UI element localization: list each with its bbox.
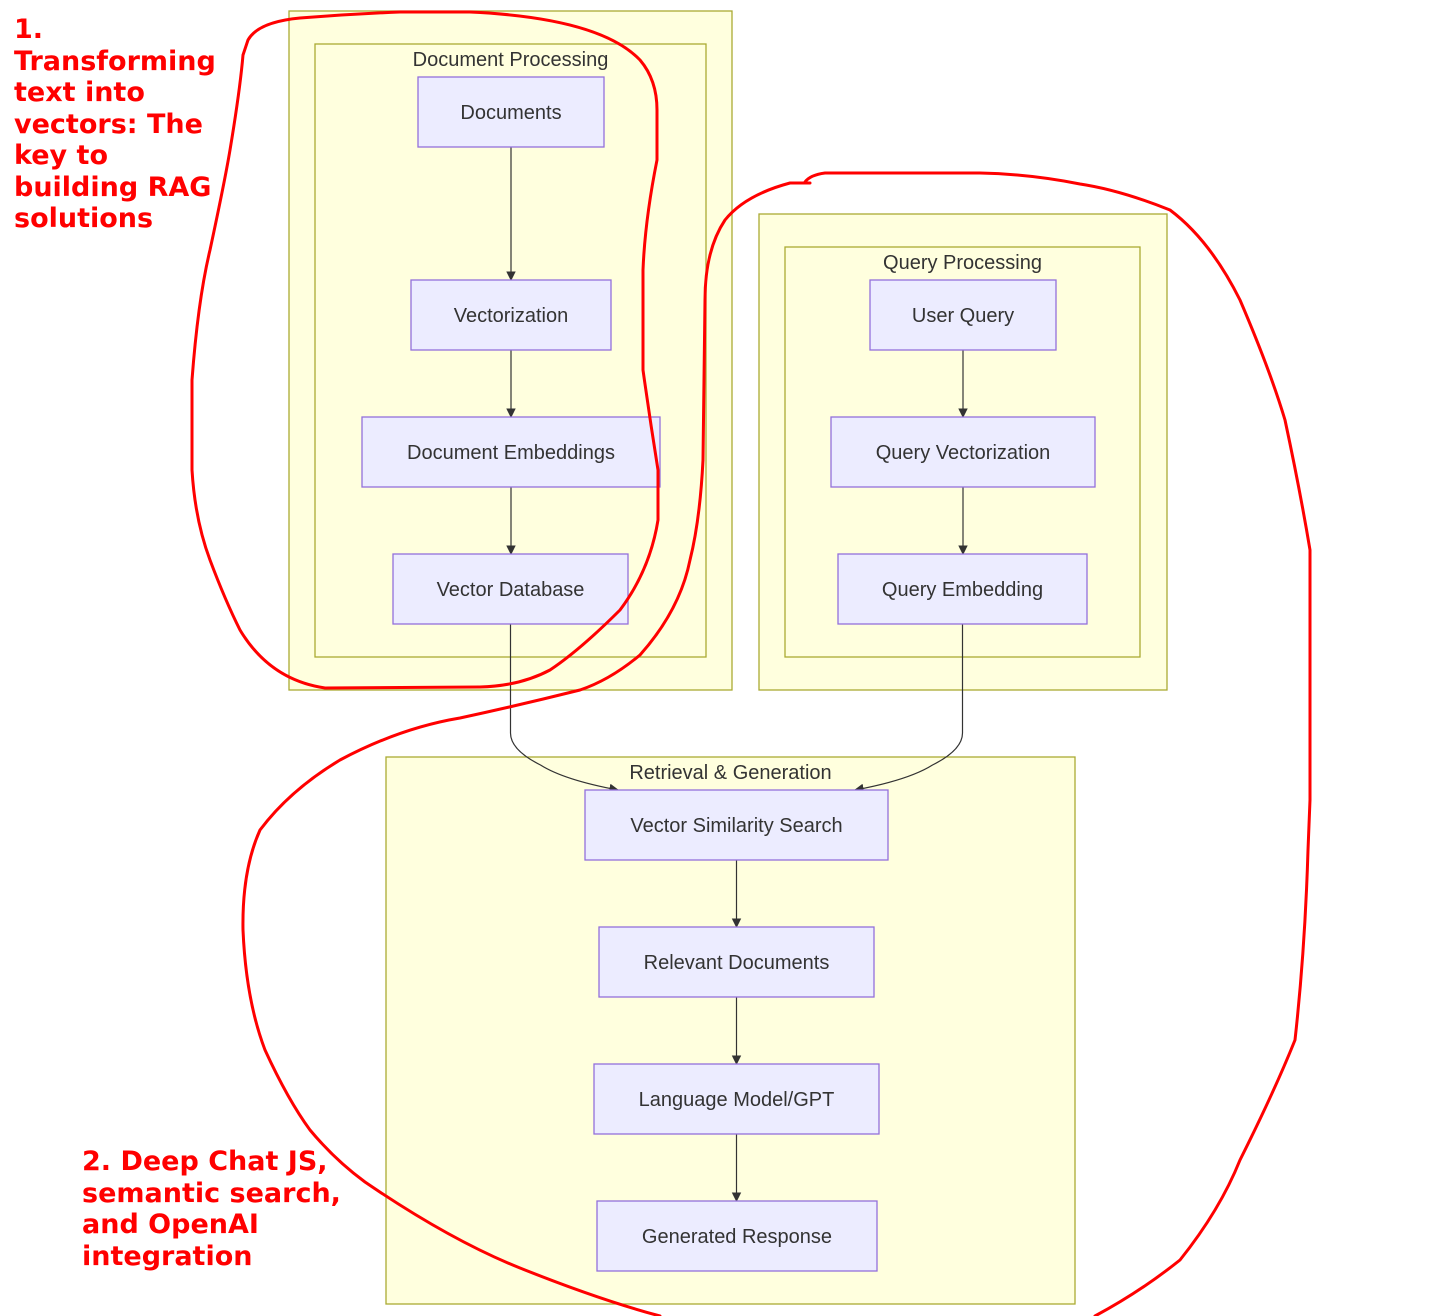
annotation-note-1: 1. Transforming text into vectors: The k…	[14, 14, 216, 234]
node-query_embedding[interactable]: Query Embedding	[837, 553, 1088, 625]
node-label: Language Model/GPT	[639, 1089, 835, 1111]
node-label: Vectorization	[454, 305, 569, 327]
node-documents[interactable]: Documents	[417, 76, 605, 148]
node-label: Documents	[460, 102, 561, 124]
node-label: Document Embeddings	[407, 442, 615, 464]
node-vectorization[interactable]: Vectorization	[410, 279, 612, 351]
node-vector_db[interactable]: Vector Database	[392, 553, 629, 625]
node-label: Query Embedding	[882, 579, 1043, 601]
node-label: Query Vectorization	[876, 442, 1051, 464]
node-label: Relevant Documents	[644, 952, 830, 974]
node-label: Vector Database	[437, 579, 585, 601]
cluster-label: Document Processing	[413, 49, 609, 71]
node-user_query[interactable]: User Query	[869, 279, 1057, 351]
node-label: User Query	[912, 305, 1014, 327]
node-similarity_search[interactable]: Vector Similarity Search	[584, 789, 889, 861]
node-response[interactable]: Generated Response	[596, 1200, 878, 1272]
node-query_vectorization[interactable]: Query Vectorization	[830, 416, 1096, 488]
cluster-label: Query Processing	[883, 252, 1042, 274]
annotation-note-2: 2. Deep Chat JS, semantic search, and Op…	[82, 1146, 341, 1272]
cluster-label: Retrieval & Generation	[629, 762, 831, 784]
node-label: Generated Response	[642, 1226, 832, 1248]
node-label: Vector Similarity Search	[630, 815, 842, 837]
node-llm[interactable]: Language Model/GPT	[593, 1063, 880, 1135]
node-doc_embeddings[interactable]: Document Embeddings	[361, 416, 661, 488]
node-relevant_docs[interactable]: Relevant Documents	[598, 926, 875, 998]
